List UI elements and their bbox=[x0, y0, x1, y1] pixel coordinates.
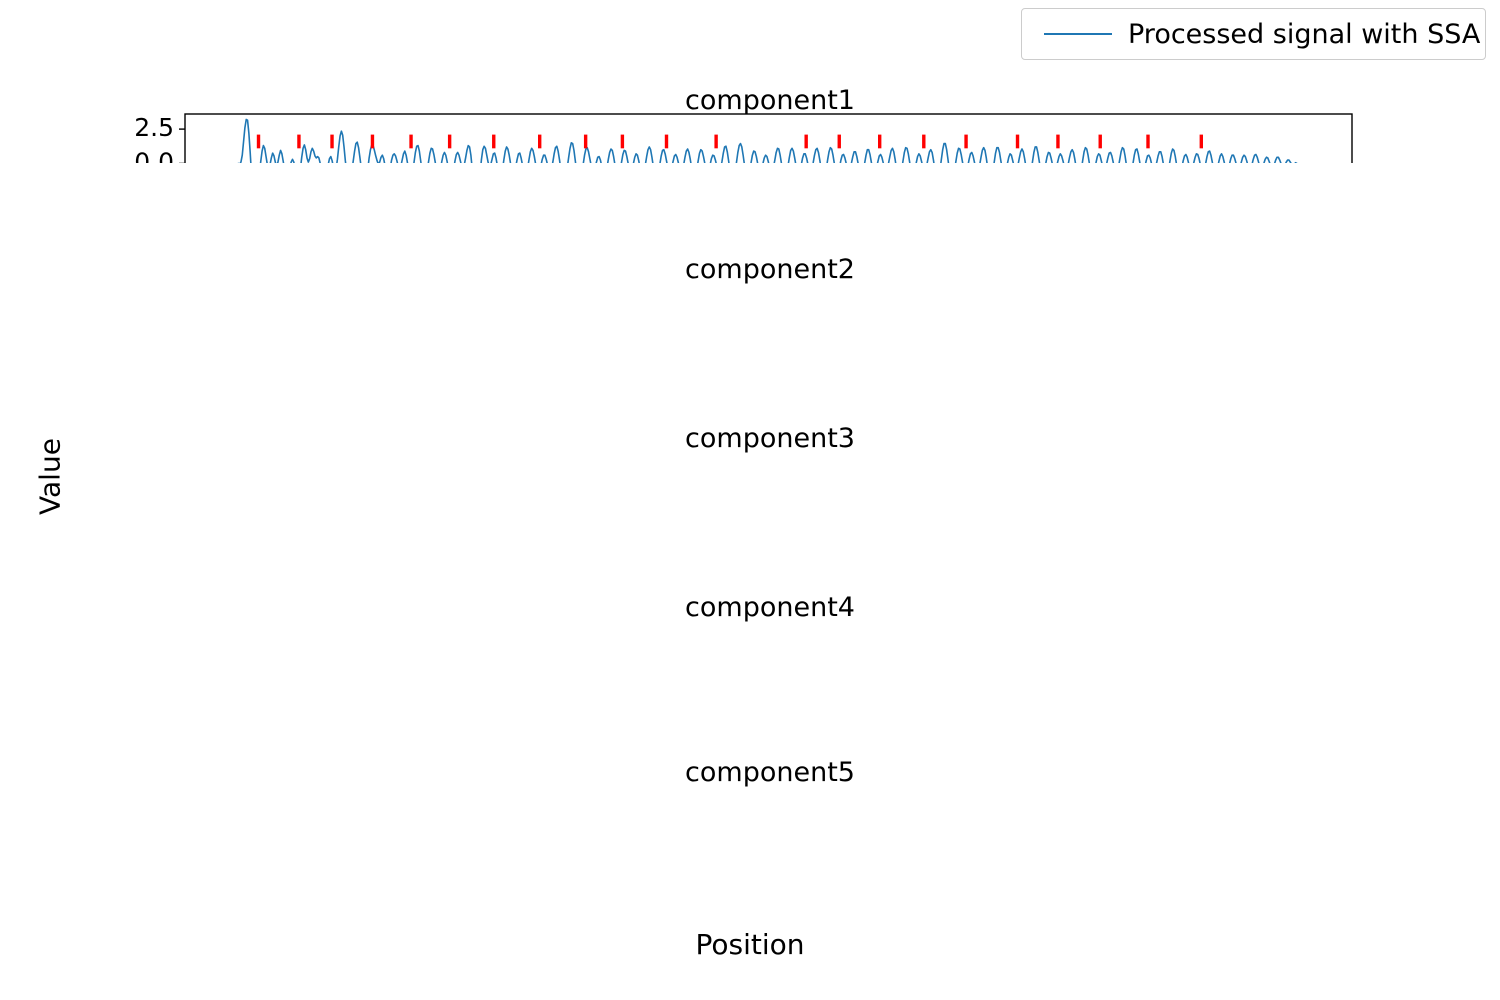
subplot-title-2: component2 bbox=[685, 254, 855, 285]
figure-canvas: Processed signal with SSA component10100… bbox=[0, 0, 1500, 1000]
axes-frame bbox=[184, 113, 1353, 163]
legend: Processed signal with SSA bbox=[1021, 8, 1486, 60]
subplot-title-1: component1 bbox=[685, 85, 855, 116]
y-axis-label: Value bbox=[33, 438, 67, 515]
y-tick-label: 2.5 bbox=[134, 113, 174, 142]
subplot-title-5: component5 bbox=[685, 757, 855, 788]
subplot-title-4: component4 bbox=[685, 592, 855, 623]
y-tick-label: 0.0 bbox=[134, 147, 174, 163]
legend-label: Processed signal with SSA bbox=[1128, 18, 1481, 50]
signal-line bbox=[237, 118, 1298, 163]
legend-line-swatch bbox=[1044, 33, 1112, 35]
subplot-title-3: component3 bbox=[685, 423, 855, 454]
x-axis-label: Position bbox=[695, 928, 805, 961]
